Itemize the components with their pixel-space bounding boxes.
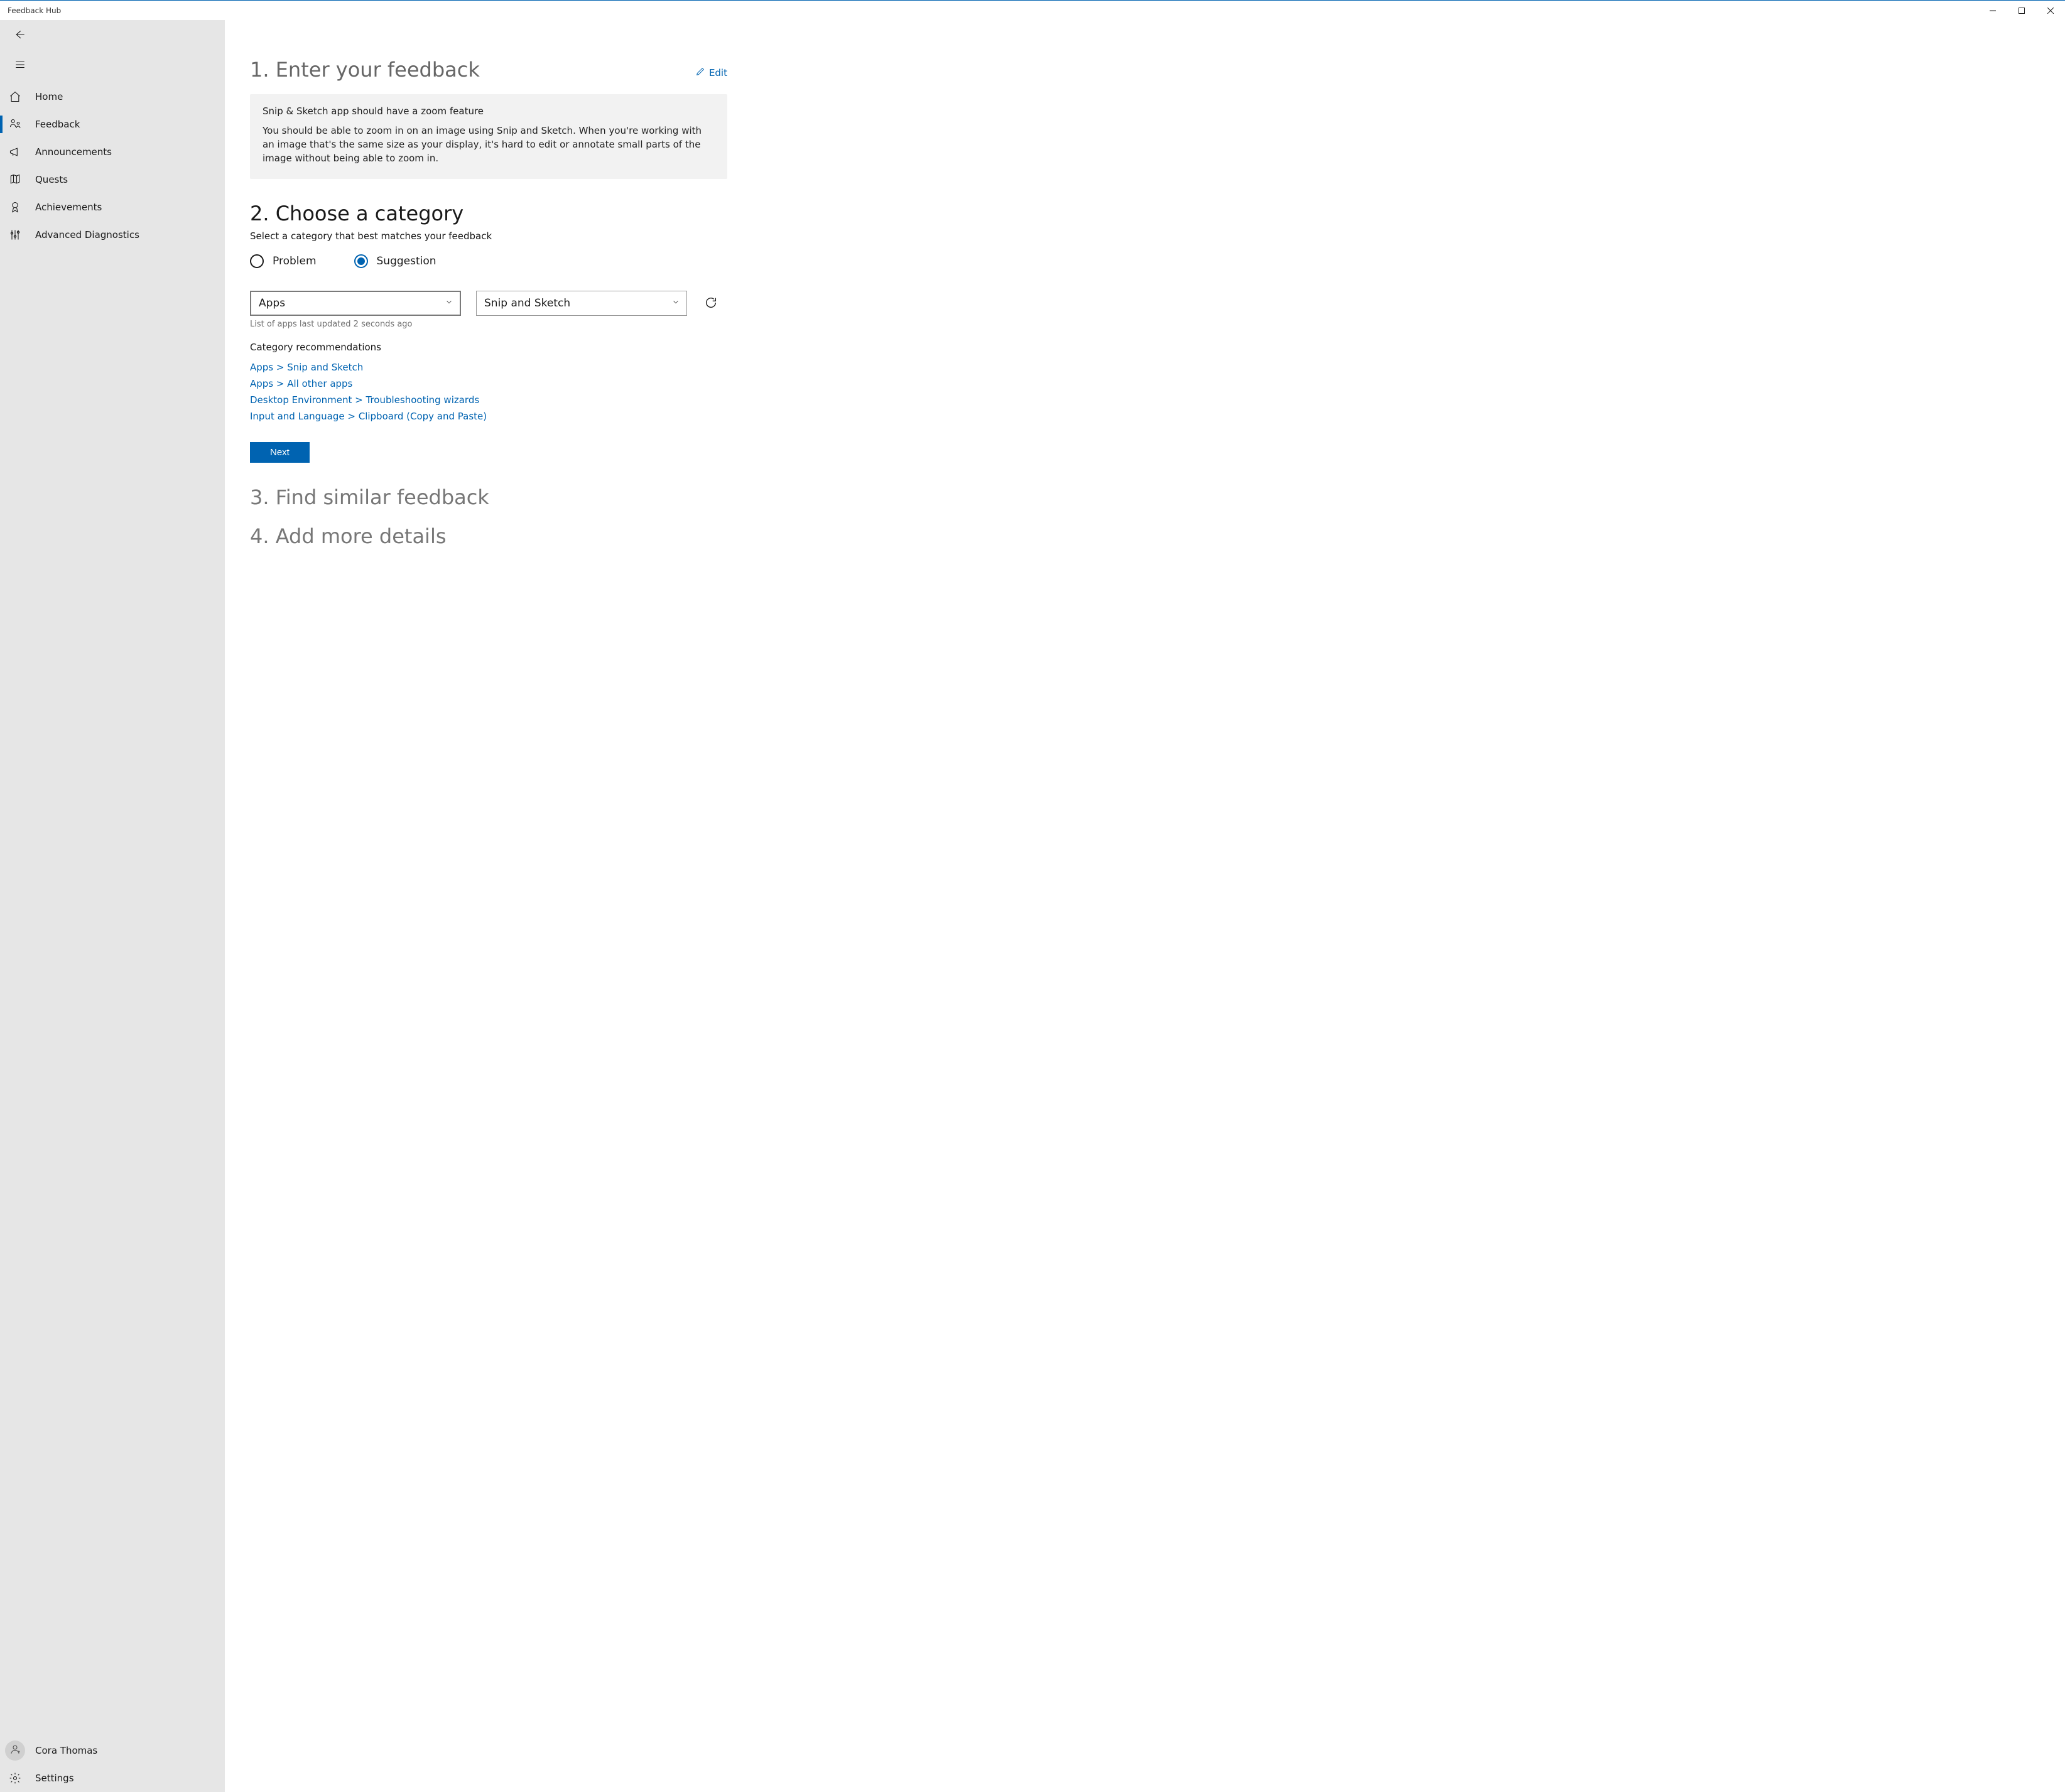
user-name: Cora Thomas: [35, 1745, 97, 1756]
feedback-title: Snip & Sketch app should have a zoom fea…: [263, 105, 715, 117]
category-combo[interactable]: Apps: [250, 291, 461, 316]
sidebar-item-announcements[interactable]: Announcements: [0, 138, 225, 166]
sidebar-item-settings[interactable]: Settings: [0, 1764, 225, 1792]
sidebar-item-home[interactable]: Home: [0, 83, 225, 111]
step2-subhead: Select a category that best matches your…: [250, 230, 727, 242]
sidebar-item-advanced-diagnostics[interactable]: Advanced Diagnostics: [0, 221, 225, 249]
sidebar-item-label: Advanced Diagnostics: [35, 229, 139, 240]
sidebar-item-label: Quests: [35, 174, 68, 185]
sidebar-item-label: Achievements: [35, 202, 102, 213]
arrow-left-icon: [14, 28, 26, 43]
category-combo-value: Apps: [259, 297, 285, 310]
category-rec-link[interactable]: Apps > Snip and Sketch: [250, 362, 727, 373]
radio-suggestion[interactable]: Suggestion: [354, 254, 436, 268]
sidebar: Home Feedback Announcements Quests: [0, 20, 225, 1792]
radio-label: Problem: [273, 255, 317, 267]
update-note: List of apps last updated 2 seconds ago: [250, 320, 727, 329]
radio-ring-icon: [250, 254, 264, 268]
subcategory-combo[interactable]: Snip and Sketch: [476, 291, 687, 316]
main-content: 1. Enter your feedback Edit Snip & Sketc…: [225, 20, 2065, 1792]
step3-title: 3. Find similar feedback: [250, 485, 727, 509]
feedback-summary-box: Snip & Sketch app should have a zoom fea…: [250, 94, 727, 179]
feedback-icon: [9, 118, 21, 131]
award-icon: [9, 201, 21, 213]
pencil-icon: [695, 67, 705, 79]
sidebar-item-label: Announcements: [35, 146, 112, 158]
close-button[interactable]: [2036, 1, 2065, 20]
subcategory-combo-value: Snip and Sketch: [484, 297, 570, 310]
radio-ring-icon: [354, 254, 368, 268]
category-rec-link[interactable]: Apps > All other apps: [250, 378, 727, 389]
sidebar-item-label: Home: [35, 91, 63, 102]
edit-link[interactable]: Edit: [695, 67, 727, 79]
category-recs-title: Category recommendations: [250, 342, 727, 353]
chevron-down-icon: [445, 297, 453, 310]
avatar: [5, 1741, 25, 1761]
sidebar-item-user[interactable]: Cora Thomas: [0, 1737, 225, 1764]
titlebar: Feedback Hub: [0, 0, 2065, 20]
refresh-icon: [704, 296, 718, 311]
refresh-button[interactable]: [702, 294, 720, 312]
feedback-type-radio-group: Problem Suggestion: [250, 254, 727, 268]
hamburger-icon: [14, 59, 26, 72]
hamburger-button[interactable]: [8, 53, 33, 78]
gear-icon: [9, 1772, 21, 1784]
back-button[interactable]: [8, 23, 33, 48]
category-rec-link[interactable]: Input and Language > Clipboard (Copy and…: [250, 411, 727, 422]
sidebar-item-quests[interactable]: Quests: [0, 166, 225, 193]
step2-title: 2. Choose a category: [250, 202, 727, 225]
window-title: Feedback Hub: [8, 6, 1978, 15]
sliders-icon: [9, 229, 21, 241]
chevron-down-icon: [671, 297, 680, 310]
step4-title: 4. Add more details: [250, 524, 727, 548]
sidebar-item-feedback[interactable]: Feedback: [0, 111, 225, 138]
map-icon: [9, 173, 21, 186]
sidebar-item-label: Settings: [35, 1773, 74, 1784]
radio-label: Suggestion: [377, 255, 436, 267]
sidebar-item-achievements[interactable]: Achievements: [0, 193, 225, 221]
user-icon: [9, 1744, 21, 1757]
minimize-button[interactable]: [1978, 1, 2007, 20]
sidebar-item-label: Feedback: [35, 119, 80, 130]
step1-title: 1. Enter your feedback: [250, 58, 480, 82]
radio-problem[interactable]: Problem: [250, 254, 317, 268]
maximize-button[interactable]: [2007, 1, 2036, 20]
window-controls: [1978, 1, 2065, 20]
next-button[interactable]: Next: [250, 442, 310, 463]
category-rec-link[interactable]: Desktop Environment > Troubleshooting wi…: [250, 394, 727, 406]
home-icon: [9, 90, 21, 103]
feedback-body: You should be able to zoom in on an imag…: [263, 124, 715, 165]
megaphone-icon: [9, 146, 21, 158]
edit-label: Edit: [709, 67, 727, 78]
